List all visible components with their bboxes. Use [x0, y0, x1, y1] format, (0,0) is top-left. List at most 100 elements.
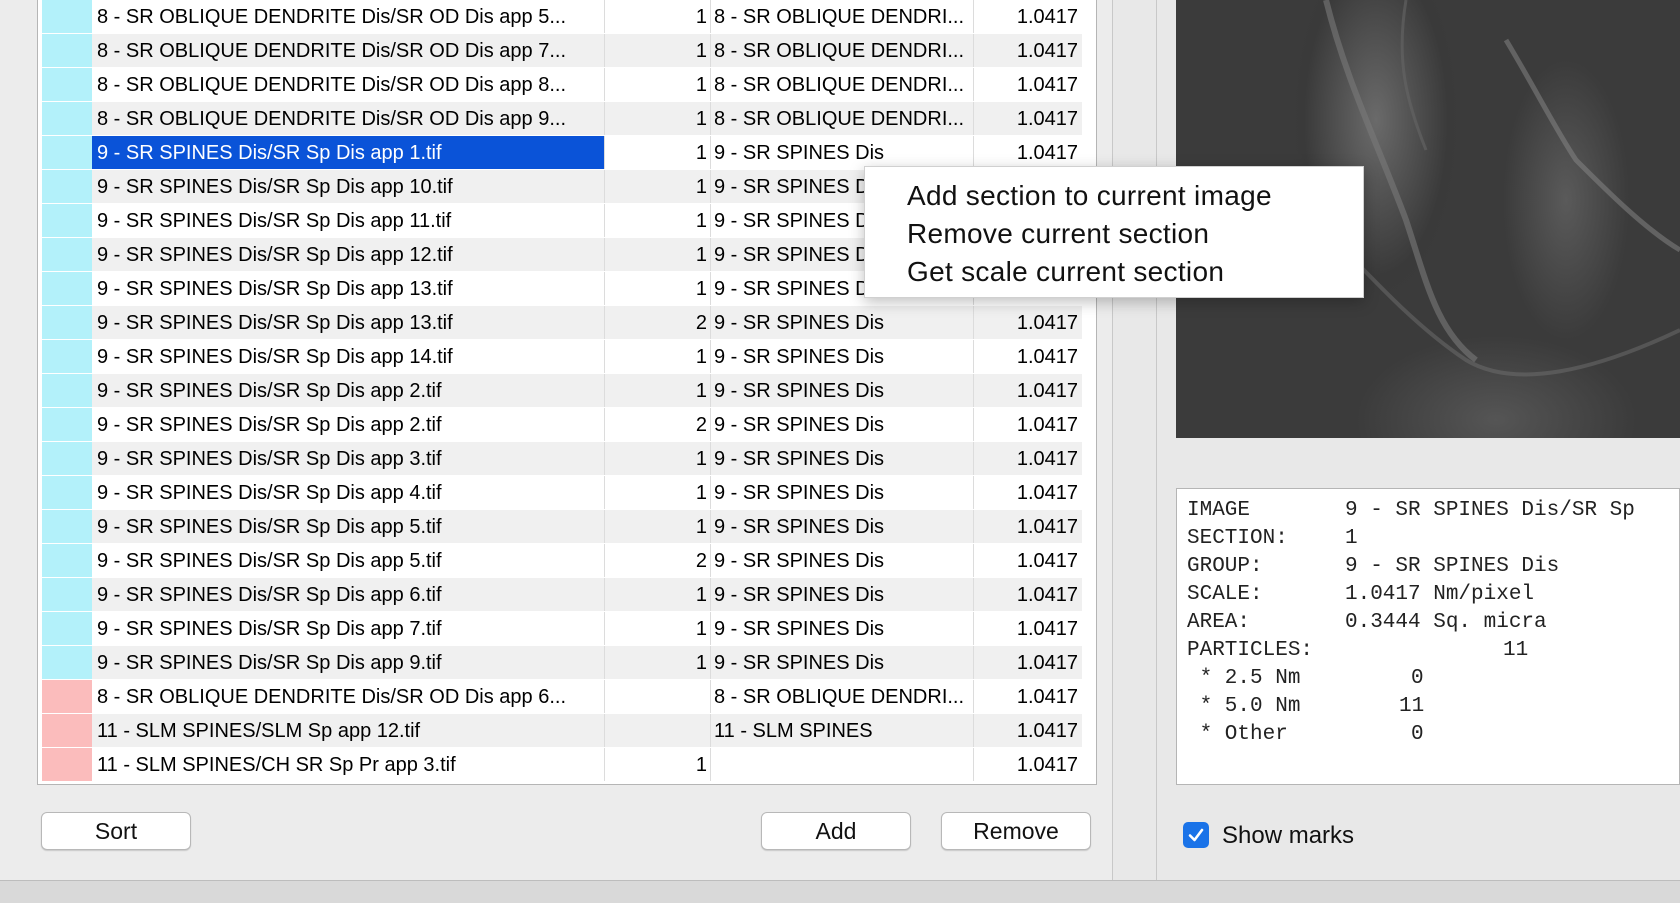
- image-sections-table: 8 - SR OBLIQUE DENDRITE Dis/SR OD Dis ap…: [37, 0, 1097, 785]
- image-name-cell: 9 - SR SPINES Dis/SR Sp Dis app 11.tif: [92, 204, 605, 237]
- menu-item-get-scale[interactable]: Get scale current section: [907, 253, 1224, 291]
- table-row[interactable]: 9 - SR SPINES Dis/SR Sp Dis app 2.tif 2 9 …: [38, 408, 1090, 442]
- section-cell: 1: [605, 34, 711, 67]
- info-section-value: 1: [1345, 527, 1358, 550]
- section-cell: 1: [605, 170, 711, 203]
- remove-button[interactable]: Remove: [941, 812, 1091, 850]
- table-row[interactable]: 8 - SR OBLIQUE DENDRITE Dis/SR OD Dis ap…: [38, 68, 1090, 102]
- section-cell: 1: [605, 748, 711, 781]
- color-swatch: [42, 442, 92, 475]
- section-cell: 1: [605, 612, 711, 645]
- info-section-label: SECTION:: [1187, 527, 1288, 550]
- info-area-value: 0.3444 Sq. micra: [1345, 611, 1547, 634]
- color-swatch: [42, 0, 92, 33]
- images-panel: 8 - SR OBLIQUE DENDRITE Dis/SR OD Dis ap…: [0, 0, 1113, 880]
- table-row[interactable]: 8 - SR OBLIQUE DENDRITE Dis/SR OD Dis ap…: [38, 0, 1090, 34]
- table-row[interactable]: 11 - SLM SPINES/SLM Sp app 12.tif 11 - SL…: [38, 714, 1090, 748]
- table-row[interactable]: 9 - SR SPINES Dis/SR Sp Dis app 7.tif 1 9 …: [38, 612, 1090, 646]
- table-row[interactable]: 9 - SR SPINES Dis/SR Sp Dis app 1.tif 1 9 …: [38, 136, 1090, 170]
- table-row[interactable]: 9 - SR SPINES Dis/SR Sp Dis app 6.tif 1 9 …: [38, 578, 1090, 612]
- section-cell: 1: [605, 272, 711, 305]
- group-cell: 9 - SR SPINES Dis: [711, 374, 974, 407]
- scale-cell: 1.0417: [1016, 346, 1078, 368]
- table-row[interactable]: 9 - SR SPINES Dis/SR Sp Dis app 5.tif 1 9 …: [38, 510, 1090, 544]
- color-swatch: [42, 578, 92, 611]
- scale-cell: 1.0417: [974, 102, 1082, 135]
- image-name-cell: 9 - SR SPINES Dis/SR Sp Dis app 7.tif: [92, 612, 605, 645]
- scale-cell: 1.0417: [1016, 754, 1078, 776]
- color-swatch: [42, 408, 92, 441]
- scale-cell: 1.0417: [974, 714, 1082, 747]
- table-row[interactable]: 9 - SR SPINES Dis/SR Sp Dis app 14.tif 1 9…: [38, 340, 1090, 374]
- table-row[interactable]: 9 - SR SPINES Dis/SR Sp Dis app 5.tif 2 9 …: [38, 544, 1090, 578]
- image-name-cell: 9 - SR SPINES Dis/SR Sp Dis app 4.tif: [92, 476, 605, 509]
- info-particles-5-0-value: 11: [1399, 695, 1425, 718]
- color-swatch: [42, 680, 92, 713]
- info-particles-other-value: 0: [1411, 723, 1424, 746]
- color-swatch: [42, 340, 92, 373]
- image-name-cell: 8 - SR OBLIQUE DENDRITE Dis/SR OD Dis ap…: [92, 0, 605, 33]
- show-marks-checkbox[interactable]: [1183, 822, 1209, 848]
- group-cell: 8 - SR OBLIQUE DENDRI...: [711, 0, 974, 33]
- info-image-value: 9 - SR SPINES Dis/SR Sp: [1345, 499, 1635, 522]
- color-swatch: [42, 374, 92, 407]
- section-cell: 1: [605, 340, 711, 373]
- menu-item-remove-section[interactable]: Remove current section: [907, 215, 1209, 253]
- info-particles-2-5-label: * 2.5 Nm: [1187, 667, 1301, 690]
- info-particles-2-5-value: 0: [1411, 667, 1424, 690]
- scale-cell: 1.0417: [974, 306, 1082, 339]
- group-cell: 8 - SR OBLIQUE DENDRI...: [711, 34, 974, 67]
- scale-cell: 1.0417: [974, 510, 1082, 543]
- group-cell: 9 - SR SPINES Dis: [711, 442, 974, 475]
- color-swatch: [42, 136, 92, 169]
- scale-cell: 1.0417: [974, 442, 1082, 475]
- group-cell: 9 - SR SPINES Dis: [711, 544, 974, 577]
- info-scale-label: SCALE:: [1187, 583, 1263, 606]
- table-row[interactable]: 8 - SR OBLIQUE DENDRITE Dis/SR OD Dis ap…: [38, 102, 1090, 136]
- image-name-cell: 8 - SR OBLIQUE DENDRITE Dis/SR OD Dis ap…: [92, 102, 605, 135]
- show-marks-label[interactable]: Show marks: [1222, 820, 1354, 852]
- section-cell: 1: [605, 510, 711, 543]
- color-swatch: [42, 544, 92, 577]
- color-swatch: [42, 714, 92, 747]
- group-cell: 9 - SR SPINES Dis: [711, 510, 974, 543]
- table-row[interactable]: 9 - SR SPINES Dis/SR Sp Dis app 4.tif 1 9 …: [38, 476, 1090, 510]
- table-row[interactable]: 8 - SR OBLIQUE DENDRITE Dis/SR OD Dis ap…: [38, 680, 1090, 714]
- image-name-cell: 9 - SR SPINES Dis/SR Sp Dis app 6.tif: [92, 578, 605, 611]
- color-swatch: [42, 510, 92, 543]
- info-image-label: IMAGE: [1187, 499, 1251, 522]
- table-row[interactable]: 11 - SLM SPINES/CH SR Sp Pr app 3.tif 1 1.…: [38, 748, 1090, 782]
- group-cell: 9 - SR SPINES Dis: [711, 646, 974, 679]
- scale-cell: 1.0417: [1016, 74, 1078, 96]
- scale-cell: 1.0417: [1016, 618, 1078, 640]
- image-name-cell: 9 - SR SPINES Dis/SR Sp Dis app 9.tif: [92, 646, 605, 679]
- color-swatch: [42, 102, 92, 135]
- table-row[interactable]: 8 - SR OBLIQUE DENDRITE Dis/SR OD Dis ap…: [38, 34, 1090, 68]
- image-name-cell: 9 - SR SPINES Dis/SR Sp Dis app 5.tif: [92, 544, 605, 577]
- info-particles-label: PARTICLES:: [1187, 639, 1314, 662]
- color-swatch: [42, 204, 92, 237]
- scale-cell: 1.0417: [1016, 686, 1078, 708]
- group-cell: 9 - SR SPINES Dis: [711, 136, 974, 169]
- group-cell: 8 - SR OBLIQUE DENDRI...: [711, 102, 974, 135]
- section-cell: 1: [605, 204, 711, 237]
- image-name-cell: 9 - SR SPINES Dis/SR Sp Dis app 5.tif: [92, 510, 605, 543]
- image-name-cell: 9 - SR SPINES Dis/SR Sp Dis app 13.tif: [92, 306, 605, 339]
- color-swatch: [42, 612, 92, 645]
- table-row[interactable]: 9 - SR SPINES Dis/SR Sp Dis app 9.tif 1 9 …: [38, 646, 1090, 680]
- info-particles-5-0-label: * 5.0 Nm: [1187, 695, 1301, 718]
- table-row[interactable]: 9 - SR SPINES Dis/SR Sp Dis app 3.tif 1 9 …: [38, 442, 1090, 476]
- info-group-value: 9 - SR SPINES Dis: [1345, 555, 1560, 578]
- scale-cell: 1.0417: [974, 374, 1082, 407]
- section-cell: 1: [605, 102, 711, 135]
- table-row[interactable]: 9 - SR SPINES Dis/SR Sp Dis app 13.tif 2 9…: [38, 306, 1090, 340]
- color-swatch: [42, 34, 92, 67]
- table-row[interactable]: 9 - SR SPINES Dis/SR Sp Dis app 2.tif 1 9 …: [38, 374, 1090, 408]
- group-cell: 9 - SR SPINES Dis: [711, 408, 974, 441]
- color-swatch: [42, 748, 92, 781]
- section-cell: 1: [605, 646, 711, 679]
- sort-button[interactable]: Sort: [41, 812, 191, 850]
- add-button[interactable]: Add: [761, 812, 911, 850]
- color-swatch: [42, 170, 92, 203]
- menu-item-add-section[interactable]: Add section to current image: [907, 177, 1272, 215]
